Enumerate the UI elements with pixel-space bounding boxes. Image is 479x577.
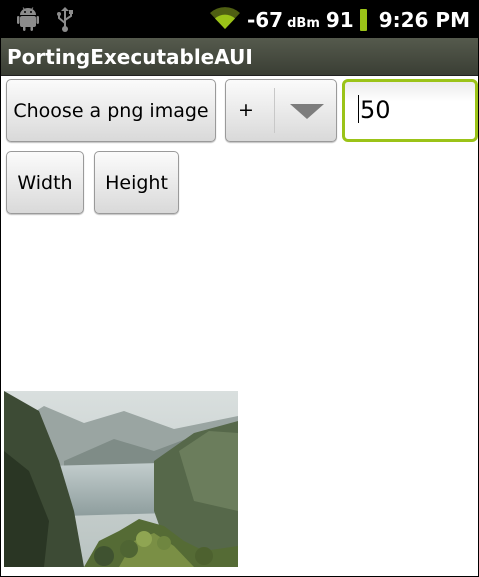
value-input-text: 50 [360,96,391,124]
status-bar: -67 dBm 91 9:26 PM [1,1,478,38]
operator-selected-value: + [238,99,254,121]
usb-icon [56,7,74,37]
height-button[interactable]: Height [94,151,179,214]
image-preview [4,391,238,567]
wifi-icon [209,6,241,34]
app-screen: -67 dBm 91 9:26 PM PortingExecutableAUI C… [0,0,479,577]
spinner-divider [274,88,275,133]
operator-spinner[interactable]: + [225,79,337,142]
signal-strength: -67 dBm [247,8,320,32]
value-input-text-wrap: 50 [358,82,391,139]
battery-level: 91 [325,7,354,32]
clock: 9:26 PM [378,7,470,32]
choose-image-button[interactable]: Choose a png image [6,79,216,142]
android-icon [17,7,39,35]
value-input[interactable]: 50 [342,79,478,142]
dropdown-arrow-icon [290,104,324,119]
width-button[interactable]: Width [6,151,84,214]
battery-icon [359,8,367,31]
status-indicators: -67 dBm 91 9:26 PM [209,1,470,38]
app-title: PortingExecutableAUI [1,38,478,76]
signal-unit: dBm [287,15,320,31]
text-caret [358,95,359,123]
signal-dbm-value: -67 [246,7,284,32]
